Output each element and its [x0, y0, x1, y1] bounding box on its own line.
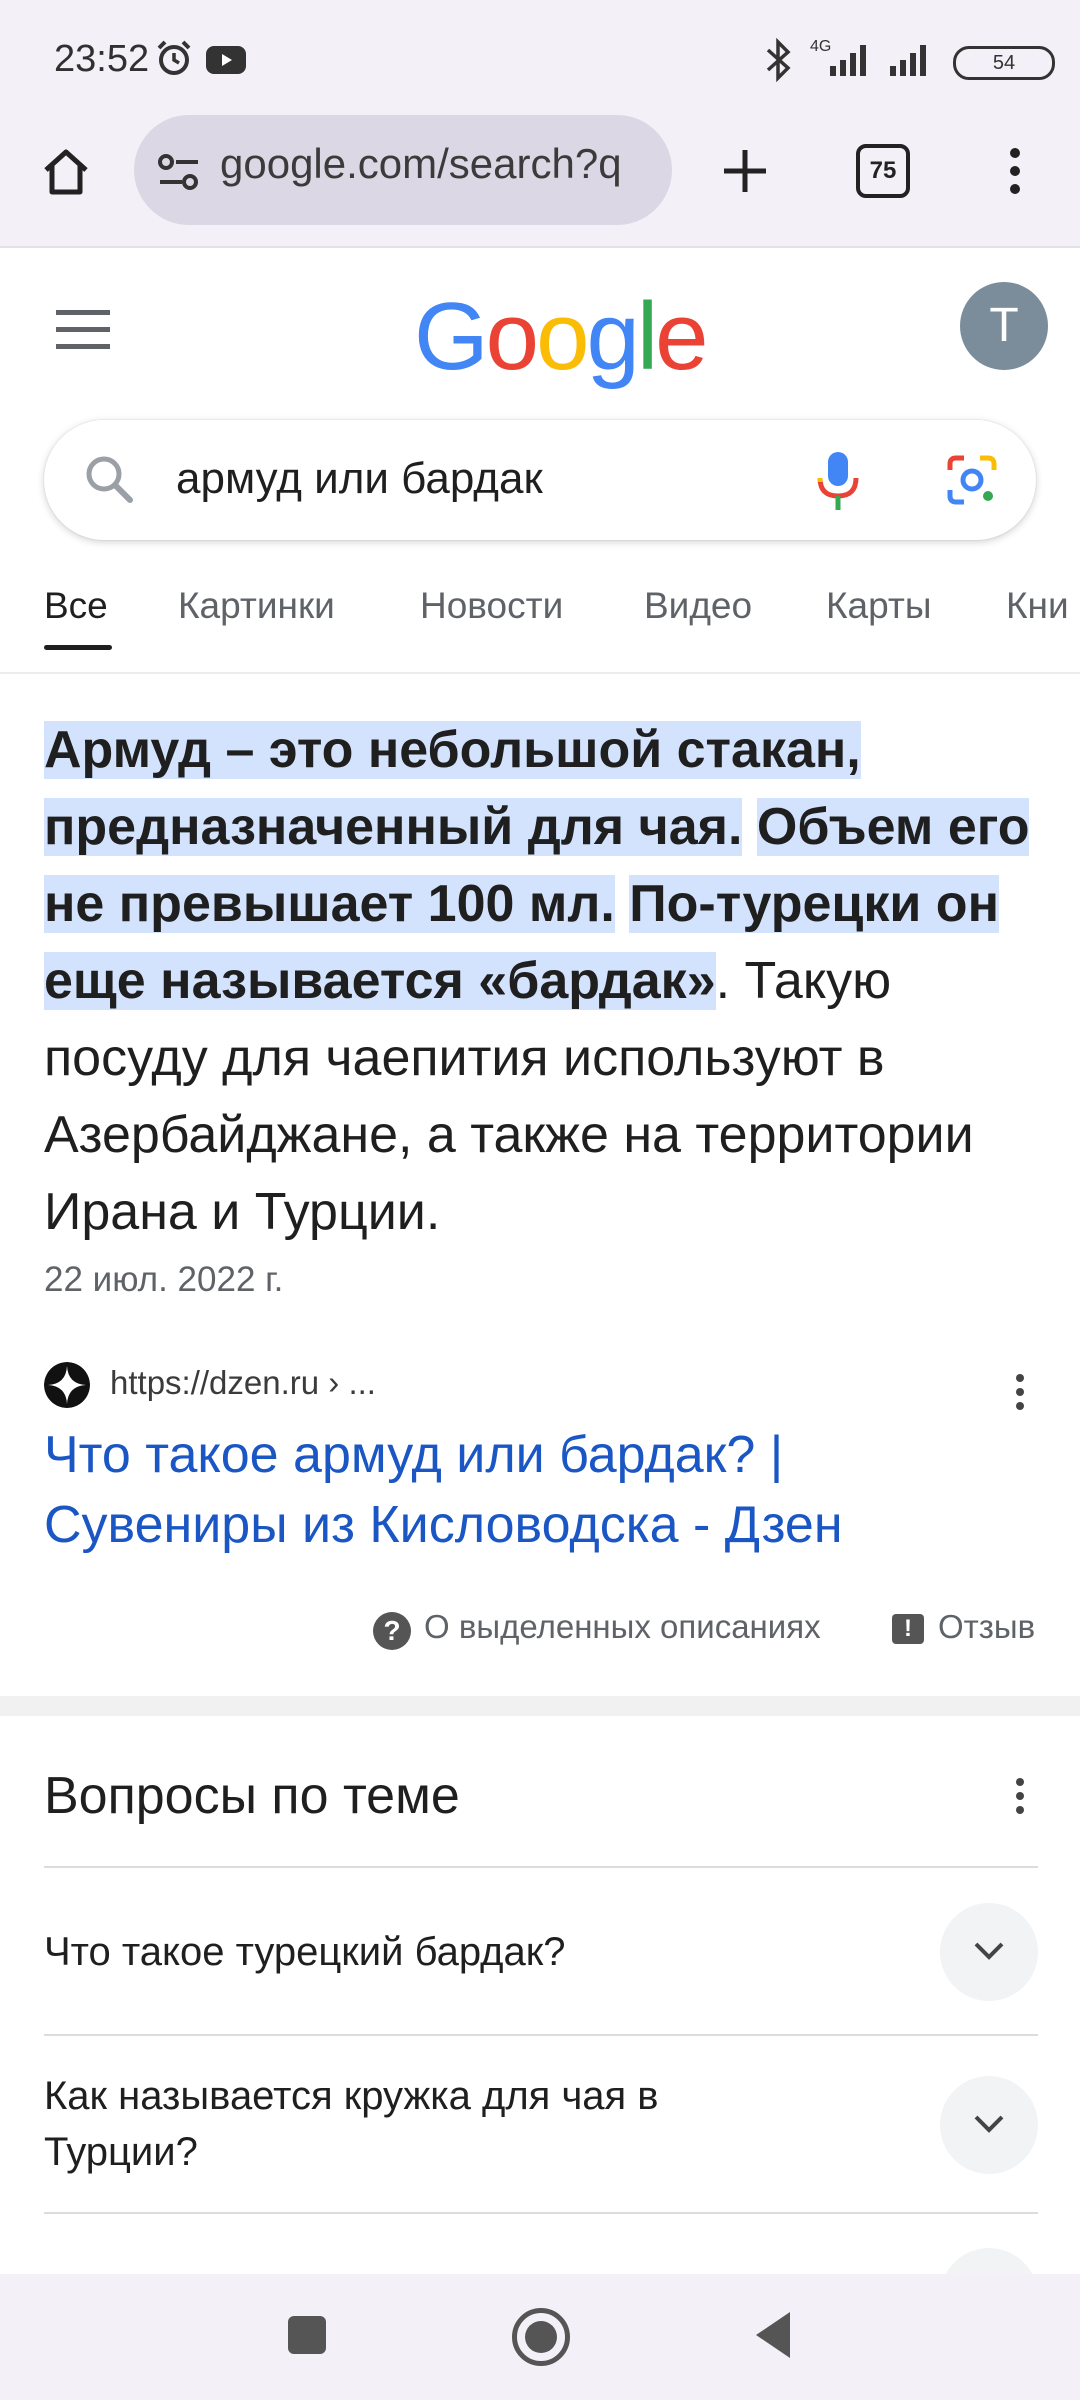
paa-divider [44, 2212, 1038, 2214]
google-logo[interactable]: Google [414, 282, 709, 392]
logo-letter: G [414, 283, 489, 390]
chevron-down-icon [974, 1942, 1004, 1960]
source-url[interactable]: https://dzen.ru › ... [110, 1364, 376, 1402]
battery-icon: 54 [953, 46, 1055, 80]
url-text[interactable]: google.com/search?q [220, 140, 660, 188]
tab-switcher-button[interactable]: 75 [856, 144, 910, 198]
google-lens-icon[interactable] [944, 452, 1000, 508]
dzen-favicon-icon [44, 1362, 90, 1408]
site-settings-icon[interactable] [156, 150, 202, 194]
tab-all[interactable]: Все [44, 585, 108, 627]
search-input[interactable]: армуд или бардак [176, 454, 543, 504]
logo-letter: o [485, 283, 539, 390]
recents-button[interactable] [288, 2316, 326, 2354]
paa-question[interactable]: Как называется кружка для чая в Турции? [44, 2068, 784, 2180]
paa-title: Вопросы по теме [44, 1767, 460, 1825]
result-more-icon[interactable] [1016, 1374, 1026, 1416]
logo-letter: l [636, 283, 658, 390]
logo-letter: e [655, 283, 708, 390]
home-button-inner [525, 2321, 557, 2353]
paa-question[interactable]: Что такое турецкий бардак? [44, 1924, 894, 1980]
youtube-icon [206, 46, 246, 74]
snippet-highlight: Армуд – это небольшой стакан, предназнач… [44, 721, 861, 856]
section-divider [0, 1696, 1080, 1716]
feedback-icon: ! [892, 1614, 924, 1644]
menu-icon[interactable] [1010, 148, 1020, 200]
alarm-icon [157, 40, 191, 75]
tab-maps[interactable]: Карты [826, 585, 931, 627]
tab-books[interactable]: Кни [1006, 585, 1069, 627]
snippet-date: 22 июл. 2022 г. [44, 1260, 284, 1299]
paa-divider [44, 2034, 1038, 2036]
avatar[interactable]: T [960, 282, 1048, 370]
tab-images[interactable]: Картинки [178, 585, 335, 627]
paa-divider [44, 1866, 1038, 1868]
tab-video[interactable]: Видео [644, 585, 752, 627]
signal-icon [890, 45, 926, 76]
featured-snippet-text: Армуд – это небольшой стакан, предназнач… [44, 712, 1044, 1251]
active-tab-indicator [44, 645, 112, 650]
status-time: 23:52 [54, 38, 150, 80]
signal-icon [830, 45, 866, 76]
help-icon: ? [373, 1612, 411, 1650]
logo-letter: o [536, 283, 589, 390]
voice-search-icon[interactable] [816, 450, 860, 512]
bluetooth-icon [766, 38, 791, 82]
feedback-link[interactable]: Отзыв [938, 1608, 1035, 1646]
tabs-divider [0, 672, 1080, 674]
paa-more-icon[interactable] [1016, 1778, 1026, 1820]
home-icon[interactable] [40, 146, 92, 198]
result-title-link[interactable]: Что такое армуд или бардак? | Сувениры и… [44, 1420, 1024, 1560]
back-button-icon[interactable] [752, 2310, 794, 2360]
new-tab-icon[interactable] [720, 146, 770, 196]
chevron-down-icon [974, 2115, 1004, 2133]
logo-letter: g [586, 283, 639, 390]
search-icon [86, 456, 133, 503]
hamburger-menu-icon[interactable] [56, 310, 110, 350]
about-featured-snippets-link[interactable]: О выделенных описаниях [424, 1608, 821, 1646]
chrome-divider [0, 246, 1080, 248]
tab-news[interactable]: Новости [420, 585, 563, 627]
